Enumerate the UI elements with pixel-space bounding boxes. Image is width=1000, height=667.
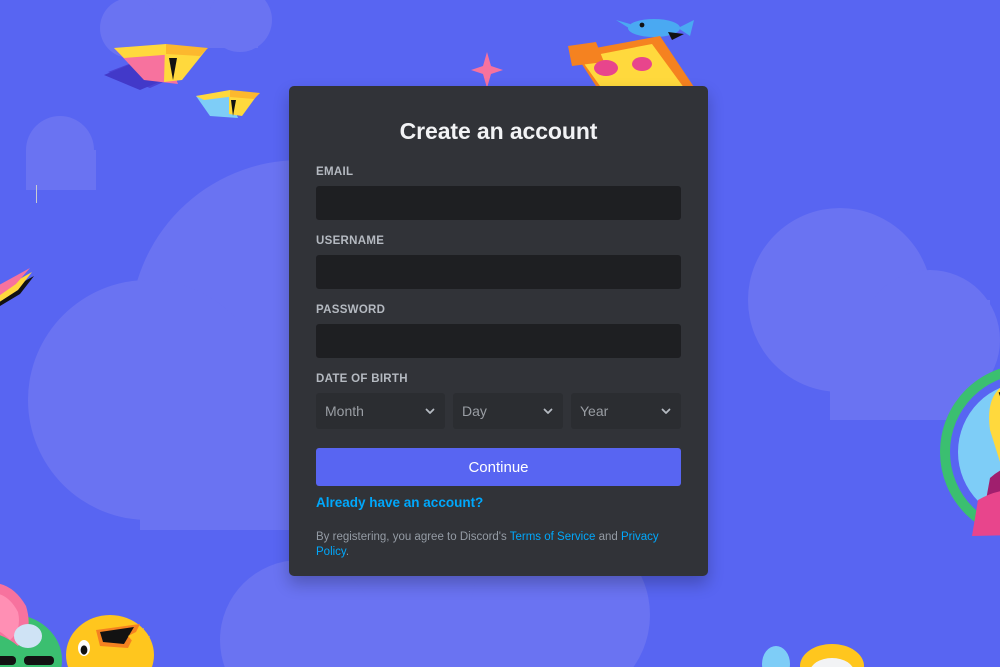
year-select-value: Year bbox=[580, 403, 609, 419]
field-password: PASSWORD bbox=[316, 304, 681, 358]
field-date-of-birth: DATE OF BIRTH Month Day Year bbox=[316, 373, 681, 429]
field-username: USERNAME bbox=[316, 235, 681, 289]
chevron-down-icon bbox=[543, 408, 553, 414]
day-select-value: Day bbox=[462, 403, 487, 419]
field-email: EMAIL bbox=[316, 166, 681, 220]
username-label: USERNAME bbox=[316, 235, 385, 247]
email-label: EMAIL bbox=[316, 166, 354, 178]
password-label: PASSWORD bbox=[316, 304, 386, 316]
date-of-birth-label: DATE OF BIRTH bbox=[316, 373, 408, 385]
legal-prefix: By registering, you agree to Discord's bbox=[316, 531, 510, 543]
legal-text: By registering, you agree to Discord's T… bbox=[316, 530, 681, 560]
username-input[interactable] bbox=[316, 255, 681, 289]
continue-button[interactable]: Continue bbox=[316, 448, 681, 486]
password-input[interactable] bbox=[316, 324, 681, 358]
legal-middle: and bbox=[595, 531, 621, 543]
already-have-account-link[interactable]: Already have an account? bbox=[316, 495, 483, 510]
date-of-birth-row: Month Day Year bbox=[316, 393, 681, 429]
month-select-value: Month bbox=[325, 403, 364, 419]
page-title: Create an account bbox=[399, 118, 598, 144]
chevron-down-icon bbox=[661, 408, 671, 414]
legal-suffix: . bbox=[345, 545, 350, 558]
month-select[interactable]: Month bbox=[316, 393, 445, 429]
email-input[interactable] bbox=[316, 186, 681, 220]
text-caret bbox=[36, 185, 37, 203]
register-card: Create an account EMAIL USERNAME PASSWOR… bbox=[289, 86, 708, 576]
chevron-down-icon bbox=[425, 408, 435, 414]
terms-of-service-link[interactable]: Terms of Service bbox=[510, 531, 596, 543]
year-select[interactable]: Year bbox=[571, 393, 681, 429]
day-select[interactable]: Day bbox=[453, 393, 563, 429]
